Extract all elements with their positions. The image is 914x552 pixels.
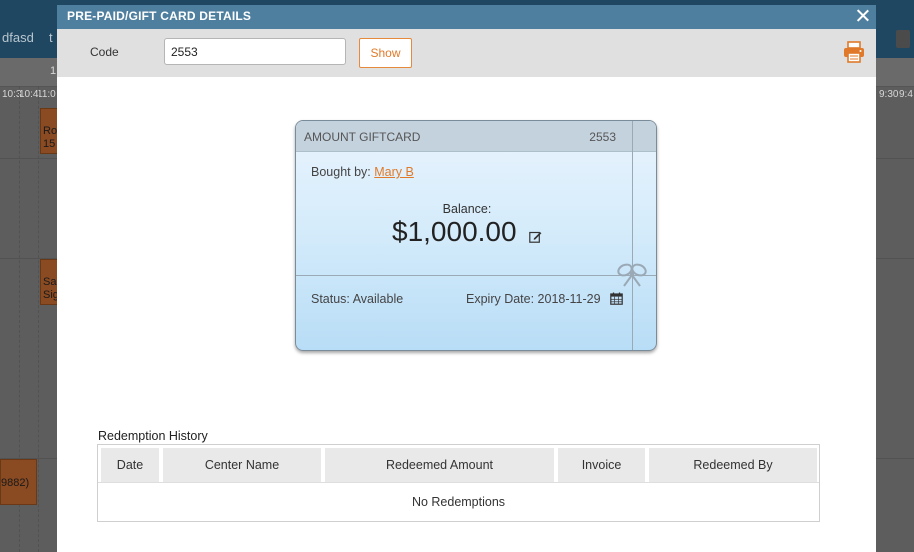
edit-icon[interactable] [529, 230, 542, 243]
column-header-redeemed-amount[interactable]: Redeemed Amount [325, 448, 556, 482]
ribbon-horizontal [296, 275, 656, 276]
gift-card-type: AMOUNT GIFTCARD [304, 130, 421, 144]
hour-label: 9:4 [899, 89, 913, 100]
balance-amount: $1,000.00 [392, 216, 517, 247]
bought-by: Bought by: Mary B [311, 165, 414, 179]
buyer-link[interactable]: Mary B [374, 165, 414, 179]
hour-label: 9:30 [879, 89, 899, 100]
show-button[interactable]: Show [359, 38, 412, 68]
calendar-icon[interactable] [610, 292, 623, 305]
close-icon[interactable] [854, 7, 870, 25]
printer-icon[interactable] [843, 41, 865, 63]
appointment-block[interactable]: Ro 15 [40, 108, 58, 154]
hour-label: 10:4 [19, 89, 39, 100]
bought-by-label: Bought by: [311, 165, 371, 179]
code-toolbar: Code Show [57, 29, 876, 77]
bow-icon [617, 263, 647, 287]
modal-header: PRE-PAID/GIFT CARD DETAILS [57, 5, 876, 29]
balance-label: Balance: [442, 202, 492, 216]
code-label: Code [90, 45, 119, 59]
grid-line [38, 86, 39, 552]
redemption-history-table: Date Center Name Redeemed Amount Invoice… [97, 444, 820, 522]
column-header-center-name[interactable]: Center Name [163, 448, 323, 482]
column-header-redeemed-by[interactable]: Redeemed By [649, 448, 817, 482]
redemption-history-title: Redemption History [98, 429, 208, 443]
hour-label: 1 [50, 65, 57, 77]
gift-card: AMOUNT GIFTCARD 2553 Bought by: Mary B B… [295, 120, 657, 351]
appointment-block[interactable]: Sa Sig [40, 259, 58, 305]
modal-title: PRE-PAID/GIFT CARD DETAILS [67, 9, 252, 23]
card-status: Status: Available [311, 292, 404, 306]
scheduler-tab[interactable]: t [49, 30, 53, 45]
scheduler-tab[interactable]: dfasd [2, 30, 34, 45]
appointment-block[interactable]: 9882) [0, 459, 37, 505]
gift-card-code: 2553 [589, 130, 616, 144]
column-header-date[interactable]: Date [101, 448, 161, 482]
column-header-invoice[interactable]: Invoice [558, 448, 647, 482]
gift-card-header: AMOUNT GIFTCARD 2553 [296, 121, 656, 152]
hour-label: 11:0 [37, 89, 56, 100]
code-input[interactable] [164, 38, 346, 65]
gift-card-modal: PRE-PAID/GIFT CARD DETAILS Code Show AMO… [57, 5, 876, 552]
expiry-date: Expiry Date: 2018-11-29 [466, 292, 601, 306]
scheduler-nav-button[interactable] [896, 30, 910, 48]
ribbon-vertical [632, 121, 633, 350]
empty-table-message: No Redemptions [98, 482, 819, 521]
